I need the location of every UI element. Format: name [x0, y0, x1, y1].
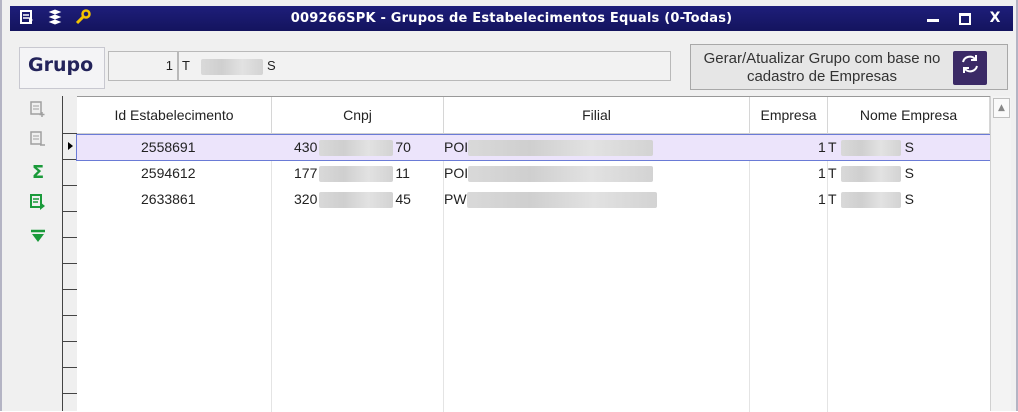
cell-nome-empresa: TS	[828, 165, 914, 183]
table-row[interactable]: 2594612 177 11 POI 1 TS	[77, 161, 990, 186]
cell-id: 2594612	[141, 165, 196, 181]
column-header-nome-empresa[interactable]: Nome Empresa	[828, 97, 990, 134]
grupo-id-field[interactable]: 1	[108, 51, 178, 81]
column-header-id[interactable]: Id Estabelecimento	[77, 97, 272, 134]
scroll-up-arrow-icon[interactable]: ▲	[993, 98, 1010, 118]
indicator-header	[63, 96, 77, 134]
indicator-row[interactable]	[63, 186, 77, 212]
title-bar: 009266SPK - Grupos de Estabelecimentos E…	[10, 6, 1013, 31]
cell-filial: PW	[444, 187, 664, 212]
sum-icon[interactable]: Σ	[28, 163, 48, 183]
row-indicator-column	[62, 96, 78, 411]
cell-cnpj: 177 11	[294, 165, 410, 183]
cell-nome-empresa: TS	[828, 191, 914, 209]
indicator-row	[63, 316, 77, 342]
cell-id: 2633861	[141, 191, 196, 207]
indicator-row	[63, 264, 77, 290]
table-row-selected[interactable]: 2558691 430 70 POI 1 TS	[76, 134, 991, 161]
indicator-row	[63, 342, 77, 368]
indicator-row	[63, 212, 77, 238]
close-button[interactable]: X	[982, 6, 1008, 31]
column-header-filial[interactable]: Filial	[444, 97, 750, 134]
window: 009266SPK - Grupos de Estabelecimentos E…	[0, 0, 1018, 412]
indicator-row	[63, 290, 77, 316]
window-title: 009266SPK - Grupos de Estabelecimentos E…	[290, 11, 733, 26]
refresh-icon	[953, 51, 987, 85]
maximize-button[interactable]	[951, 6, 977, 31]
cell-filial: POI	[444, 135, 664, 160]
indicator-row	[63, 238, 77, 264]
minimize-button[interactable]	[920, 6, 946, 31]
grupo-name-field[interactable]: T S	[178, 51, 671, 81]
data-grid: Id Estabelecimento Cnpj Filial Empresa N…	[76, 96, 991, 412]
export-icon[interactable]	[28, 193, 48, 213]
vertical-scrollbar[interactable]: ▲	[990, 96, 1011, 411]
grupo-name-end: S	[266, 58, 276, 73]
indicator-row	[63, 368, 77, 394]
column-header-cnpj[interactable]: Cnpj	[272, 97, 444, 134]
cell-cnpj: 320 45	[294, 191, 411, 209]
cell-empresa: 1	[818, 191, 826, 207]
grupo-label: Grupo	[28, 54, 94, 76]
delete-row-icon[interactable]	[28, 130, 48, 150]
cell-empresa: 1	[818, 165, 826, 181]
filter-icon[interactable]	[28, 228, 48, 248]
cell-id: 2558691	[141, 139, 196, 155]
redacted-text	[201, 58, 264, 75]
cell-cnpj: 430 70	[294, 139, 411, 157]
cell-filial: POI	[444, 161, 664, 186]
cell-nome-empresa: TS	[828, 139, 914, 157]
grupo-name-start: T	[182, 58, 190, 73]
gerar-grupo-label: Gerar/Atualizar Grupo com base no cadast…	[703, 50, 941, 85]
column-header-empresa[interactable]: Empresa	[750, 97, 828, 134]
gerar-grupo-button[interactable]: Gerar/Atualizar Grupo com base no cadast…	[690, 44, 1008, 90]
table-row[interactable]: 2633861 320 45 PW 1 TS	[77, 187, 990, 212]
insert-row-icon[interactable]	[28, 100, 48, 120]
cell-empresa: 1	[818, 139, 826, 155]
indicator-row-selected[interactable]	[63, 134, 77, 160]
indicator-row[interactable]	[63, 160, 77, 186]
